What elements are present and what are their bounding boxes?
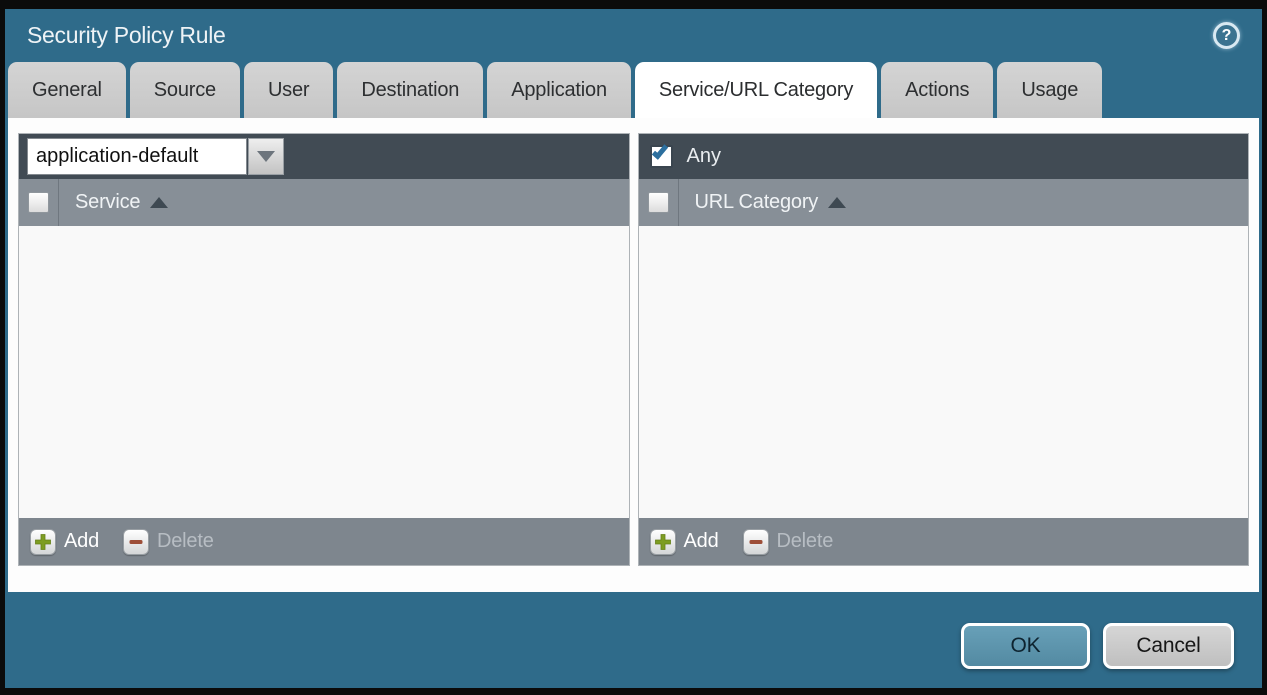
service-select-all-cell <box>19 179 59 226</box>
chevron-down-icon <box>257 151 275 162</box>
service-list[interactable] <box>19 226 629 518</box>
security-policy-rule-dialog: Security Policy Rule ? General Source Us… <box>5 9 1262 688</box>
add-plus-icon <box>30 529 56 555</box>
url-category-topbar: Any <box>639 134 1249 179</box>
service-type-dropdown-button[interactable] <box>248 138 284 175</box>
tab-usage[interactable]: Usage <box>997 62 1102 118</box>
cancel-button[interactable]: Cancel <box>1103 623 1234 669</box>
service-panel: Service Add <box>18 133 630 566</box>
service-footer: Add Delete <box>19 518 629 565</box>
help-icon[interactable]: ? <box>1213 22 1240 49</box>
any-label: Any <box>687 145 721 168</box>
dialog-action-row: OK Cancel <box>961 623 1234 669</box>
sort-ascending-icon[interactable] <box>150 197 168 208</box>
service-add-button[interactable]: Add <box>30 529 99 555</box>
delete-label: Delete <box>777 530 834 553</box>
url-category-add-button[interactable]: Add <box>650 529 719 555</box>
add-plus-icon <box>650 529 676 555</box>
service-column-header-row: Service <box>19 179 629 226</box>
url-category-column-header-row: URL Category <box>639 179 1249 226</box>
tab-bar: General Source User Destination Applicat… <box>5 62 1262 118</box>
delete-label: Delete <box>157 530 214 553</box>
tab-service-url-category[interactable]: Service/URL Category <box>635 62 877 118</box>
tab-user[interactable]: User <box>244 62 333 118</box>
tab-content: Service Add <box>8 118 1259 592</box>
tab-actions[interactable]: Actions <box>881 62 993 118</box>
titlebar: Security Policy Rule ? <box>5 9 1262 62</box>
tab-general[interactable]: General <box>8 62 126 118</box>
service-column-header[interactable]: Service <box>75 191 140 214</box>
add-label: Add <box>684 530 719 553</box>
checkmark-icon <box>651 142 667 159</box>
service-delete-button[interactable]: Delete <box>123 529 214 555</box>
url-category-delete-button[interactable]: Delete <box>743 529 834 555</box>
add-label: Add <box>64 530 99 553</box>
sort-ascending-icon[interactable] <box>828 197 846 208</box>
tab-destination[interactable]: Destination <box>337 62 483 118</box>
delete-minus-icon <box>123 529 149 555</box>
url-category-select-all-cell <box>639 179 679 226</box>
ok-button[interactable]: OK <box>961 623 1090 669</box>
tab-source[interactable]: Source <box>130 62 240 118</box>
dialog-title: Security Policy Rule <box>27 22 226 49</box>
url-category-list[interactable] <box>639 226 1249 518</box>
service-select-all-checkbox[interactable] <box>28 192 49 213</box>
url-category-select-all-checkbox[interactable] <box>648 192 669 213</box>
service-type-dropdown <box>27 138 284 175</box>
delete-minus-icon <box>743 529 769 555</box>
url-category-panel: Any URL Category Add <box>638 133 1250 566</box>
service-type-input[interactable] <box>27 138 247 175</box>
any-checkbox[interactable] <box>650 145 673 168</box>
tab-application[interactable]: Application <box>487 62 631 118</box>
url-category-column-header[interactable]: URL Category <box>695 191 819 214</box>
url-category-footer: Add Delete <box>639 518 1249 565</box>
service-topbar <box>19 134 629 179</box>
